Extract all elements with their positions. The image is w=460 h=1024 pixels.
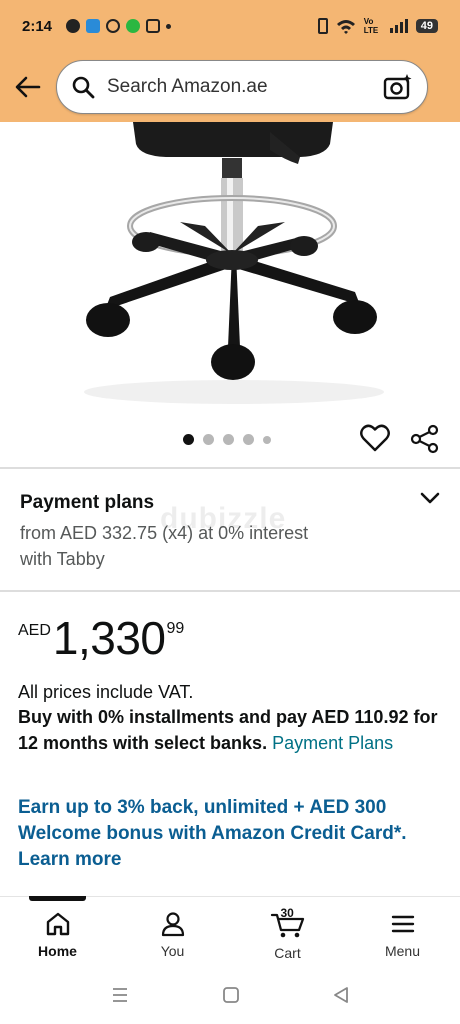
- pagination-dot[interactable]: [203, 434, 214, 445]
- back-arrow-icon: [15, 76, 41, 98]
- battery-indicator: 49: [415, 19, 438, 33]
- vibrate-icon: [317, 18, 328, 34]
- credit-card-promo[interactable]: Earn up to 3% back, unlimited + AED 300 …: [18, 795, 443, 873]
- more-dot-icon: [166, 23, 172, 29]
- nav-cart-label: Cart: [274, 945, 301, 961]
- learn-more-link[interactable]: Learn more: [18, 849, 121, 870]
- back-system-icon[interactable]: [332, 986, 350, 1004]
- search-icon: [72, 76, 95, 99]
- image-pagination: [183, 434, 271, 445]
- installments-info: Buy with 0% installments and pay AED 110…: [18, 704, 438, 756]
- home-system-icon[interactable]: [222, 986, 240, 1004]
- user-icon: [161, 912, 184, 937]
- divider: [0, 467, 460, 469]
- camera-search-icon[interactable]: [383, 73, 413, 101]
- back-button[interactable]: [0, 57, 56, 117]
- nav-menu-label: Menu: [384, 943, 421, 959]
- price-fraction: 99: [166, 620, 185, 637]
- divider: [0, 590, 460, 592]
- cart-count-badge: 30: [280, 906, 294, 920]
- promo-text: Earn up to 3% back, unlimited + AED 300 …: [18, 797, 407, 844]
- status-bar: 2:14 Vo LTE 49: [0, 0, 460, 52]
- nav-menu[interactable]: Menu: [345, 897, 460, 966]
- price-whole: 1,330: [52, 612, 166, 664]
- menu-icon: [391, 915, 414, 933]
- payment-plans-link[interactable]: Payment Plans: [272, 733, 393, 753]
- nav-cart[interactable]: 30 Cart: [230, 897, 345, 966]
- chat-icon: [66, 19, 81, 33]
- wishlist-button[interactable]: [360, 424, 392, 456]
- search-header: Search Amazon.ae: [0, 52, 460, 122]
- price: AED 1,330 99: [18, 612, 184, 664]
- home-icon: [46, 912, 69, 936]
- whatsapp-icon: [126, 19, 141, 33]
- gmail-icon: [146, 19, 161, 33]
- system-navigation: [0, 966, 460, 1024]
- search-input[interactable]: Search Amazon.ae: [107, 76, 383, 98]
- nav-home[interactable]: Home: [0, 897, 115, 966]
- sync-icon: [106, 19, 121, 33]
- bottom-navigation: Home You 30 Cart Menu: [0, 896, 460, 966]
- notification-icons: [66, 19, 172, 33]
- app-icon: [86, 19, 101, 33]
- product-image[interactable]: [0, 122, 460, 422]
- stool-image: [84, 122, 384, 404]
- wifi-icon: [336, 20, 355, 34]
- chevron-down-icon[interactable]: [418, 486, 442, 510]
- status-time: 2:14: [22, 17, 53, 35]
- pagination-dot[interactable]: [263, 435, 271, 444]
- payment-plans-section[interactable]: dubizzle Payment plans from AED 332.75 (…: [0, 478, 460, 588]
- volte-label: Vo LTE: [363, 17, 379, 35]
- share-icon: [410, 424, 439, 454]
- vat-note: All prices include VAT.: [18, 682, 194, 702]
- signal-icon: [389, 19, 408, 33]
- nav-home-label: Home: [38, 943, 77, 959]
- pagination-dot[interactable]: [183, 434, 194, 445]
- recent-apps-icon[interactable]: [110, 986, 130, 1004]
- share-button[interactable]: [410, 424, 442, 456]
- pagination-dot[interactable]: [243, 434, 254, 445]
- image-actions: [0, 420, 460, 460]
- nav-you-label: You: [160, 943, 185, 959]
- search-bar[interactable]: Search Amazon.ae: [56, 60, 428, 114]
- price-currency: AED: [18, 622, 51, 639]
- pagination-dot[interactable]: [223, 434, 234, 445]
- active-tab-indicator: [29, 896, 86, 901]
- heart-icon: [360, 424, 390, 452]
- system-icons: Vo LTE 49: [317, 17, 438, 35]
- watermark: dubizzle: [160, 502, 287, 535]
- cart-icon-wrap: 30: [270, 906, 306, 939]
- nav-you[interactable]: You: [115, 897, 230, 966]
